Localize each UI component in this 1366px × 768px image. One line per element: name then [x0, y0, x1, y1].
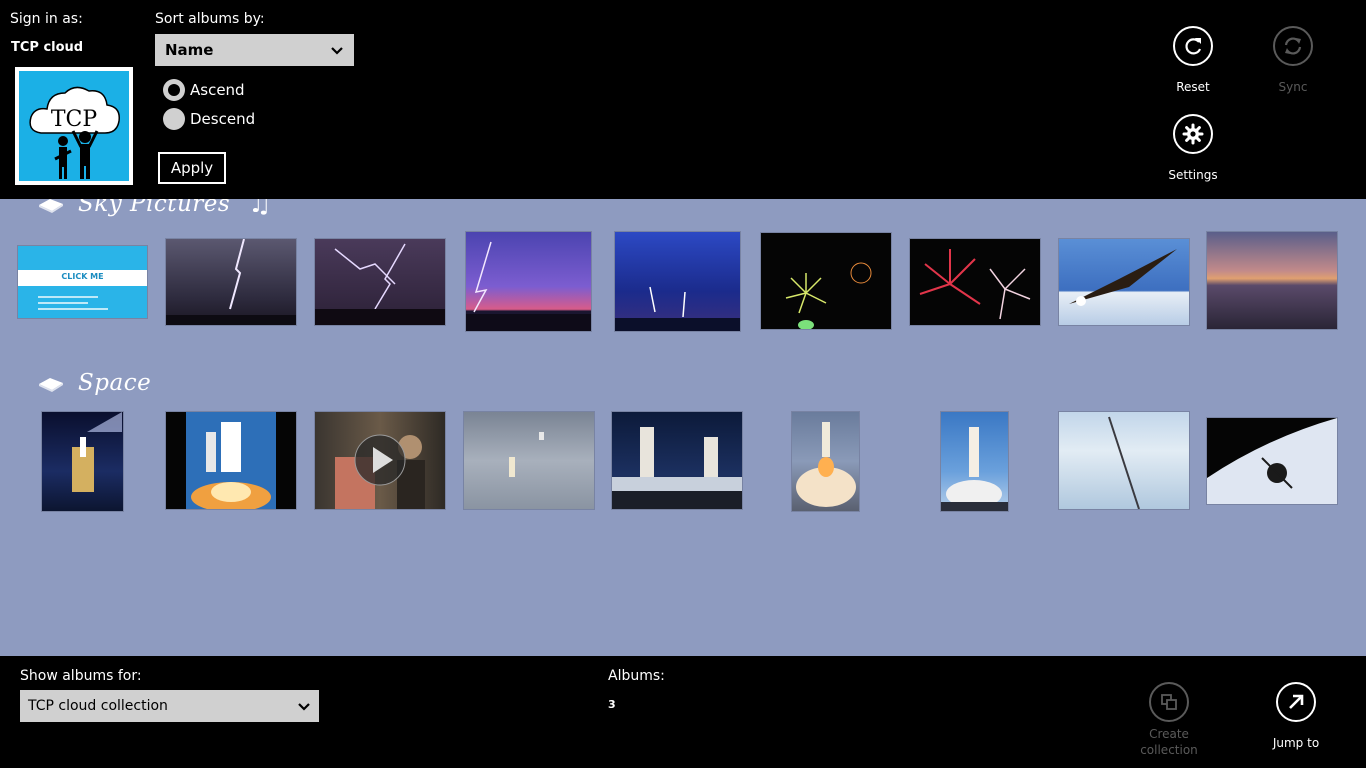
refresh-icon	[1185, 38, 1202, 55]
collection-dropdown[interactable]: TCP cloud collection	[20, 690, 319, 722]
thumb-blue-lightning[interactable]	[615, 232, 740, 331]
thumb-purple-lightning[interactable]	[466, 232, 591, 331]
svg-text:TCP: TCP	[51, 107, 98, 132]
reset-label: Reset	[1176, 80, 1210, 94]
thumb-fireworks-green[interactable]	[761, 233, 891, 329]
collection-value: TCP cloud collection	[28, 698, 168, 714]
sign-in-label: Sign in as:	[10, 11, 83, 27]
albums-count: 3	[608, 698, 616, 711]
tcp-cloud-logo-icon: TCP	[29, 86, 120, 179]
thumb-rocket-liftoff[interactable]	[792, 412, 859, 511]
copy-icon	[1161, 694, 1177, 710]
album-book-icon	[39, 378, 63, 392]
album-title: Sky Pictures	[78, 199, 231, 217]
play-icon[interactable]	[353, 433, 407, 487]
thumb-orbit-earth[interactable]	[1207, 418, 1337, 504]
radio-indicator	[163, 79, 185, 101]
thumb-lightning-storm[interactable]	[315, 239, 445, 325]
arrow-up-right-icon	[1289, 694, 1304, 709]
reset-button[interactable]: Reset	[1153, 26, 1233, 95]
create-label-line2: collection	[1140, 743, 1198, 757]
apply-button[interactable]: Apply	[158, 152, 226, 184]
album-header-space[interactable]: Space	[38, 370, 151, 396]
album-header-sky-pictures[interactable]: Sky Pictures ♫	[38, 199, 272, 219]
thumb-lightning-bolt[interactable]	[166, 239, 296, 325]
thumb-fireworks-red[interactable]	[910, 239, 1040, 325]
album-grid: Sky Pictures ♫ CLICK ME Space	[0, 199, 1366, 656]
sync-label: Sync	[1278, 80, 1308, 94]
album-book-icon	[39, 199, 63, 213]
thumb-click-me-slide[interactable]: CLICK ME	[18, 246, 147, 318]
jump-to-label: Jump to	[1272, 736, 1320, 750]
sort-label: Sort albums by:	[155, 11, 265, 27]
top-app-bar: Sign in as: TCP cloud TCP Sort albums by…	[0, 0, 1366, 199]
sync-icon	[1284, 37, 1302, 55]
create-collection-button[interactable]: Create collection	[1129, 682, 1209, 758]
thumb-contrail-clouds[interactable]	[1059, 412, 1189, 509]
thumb-shuttle-fog[interactable]	[464, 412, 594, 509]
descend-radio[interactable]: Descend	[163, 108, 255, 130]
thumb-rocket-tower[interactable]	[941, 412, 1008, 511]
chevron-down-icon	[298, 703, 310, 711]
descend-label: Descend	[190, 110, 256, 128]
thumb-eagle-flying[interactable]	[1059, 239, 1189, 325]
settings-button[interactable]: Settings	[1153, 114, 1233, 183]
jump-to-button[interactable]: Jump to	[1256, 682, 1336, 751]
sort-dropdown[interactable]: Name	[155, 34, 354, 66]
account-name: TCP cloud	[11, 40, 84, 55]
bottom-app-bar: Show albums for: TCP cloud collection Al…	[0, 656, 1366, 768]
thumb-shuttles-pad[interactable]	[612, 412, 742, 509]
thumb-shuttle-launch[interactable]	[166, 412, 296, 509]
show-albums-label: Show albums for:	[20, 668, 142, 684]
radio-indicator	[163, 108, 185, 130]
create-label-line1: Create	[1149, 727, 1189, 741]
sync-button[interactable]: Sync	[1253, 26, 1333, 95]
music-note-icon: ♫	[248, 199, 272, 219]
settings-label: Settings	[1168, 168, 1218, 182]
albums-label: Albums:	[608, 668, 665, 684]
sort-value: Name	[165, 41, 214, 59]
chevron-down-icon	[331, 47, 343, 55]
thumb-astronaut-video[interactable]	[315, 412, 445, 509]
album-title: Space	[78, 370, 152, 396]
thumb-shuttle-night[interactable]	[42, 412, 123, 511]
avatar[interactable]: TCP	[15, 67, 133, 185]
thumb-text: CLICK ME	[61, 272, 104, 281]
gear-icon	[1182, 123, 1204, 145]
thumb-sunset-lake[interactable]	[1207, 232, 1337, 329]
ascend-label: Ascend	[190, 81, 245, 99]
ascend-radio[interactable]: Ascend	[163, 79, 245, 101]
